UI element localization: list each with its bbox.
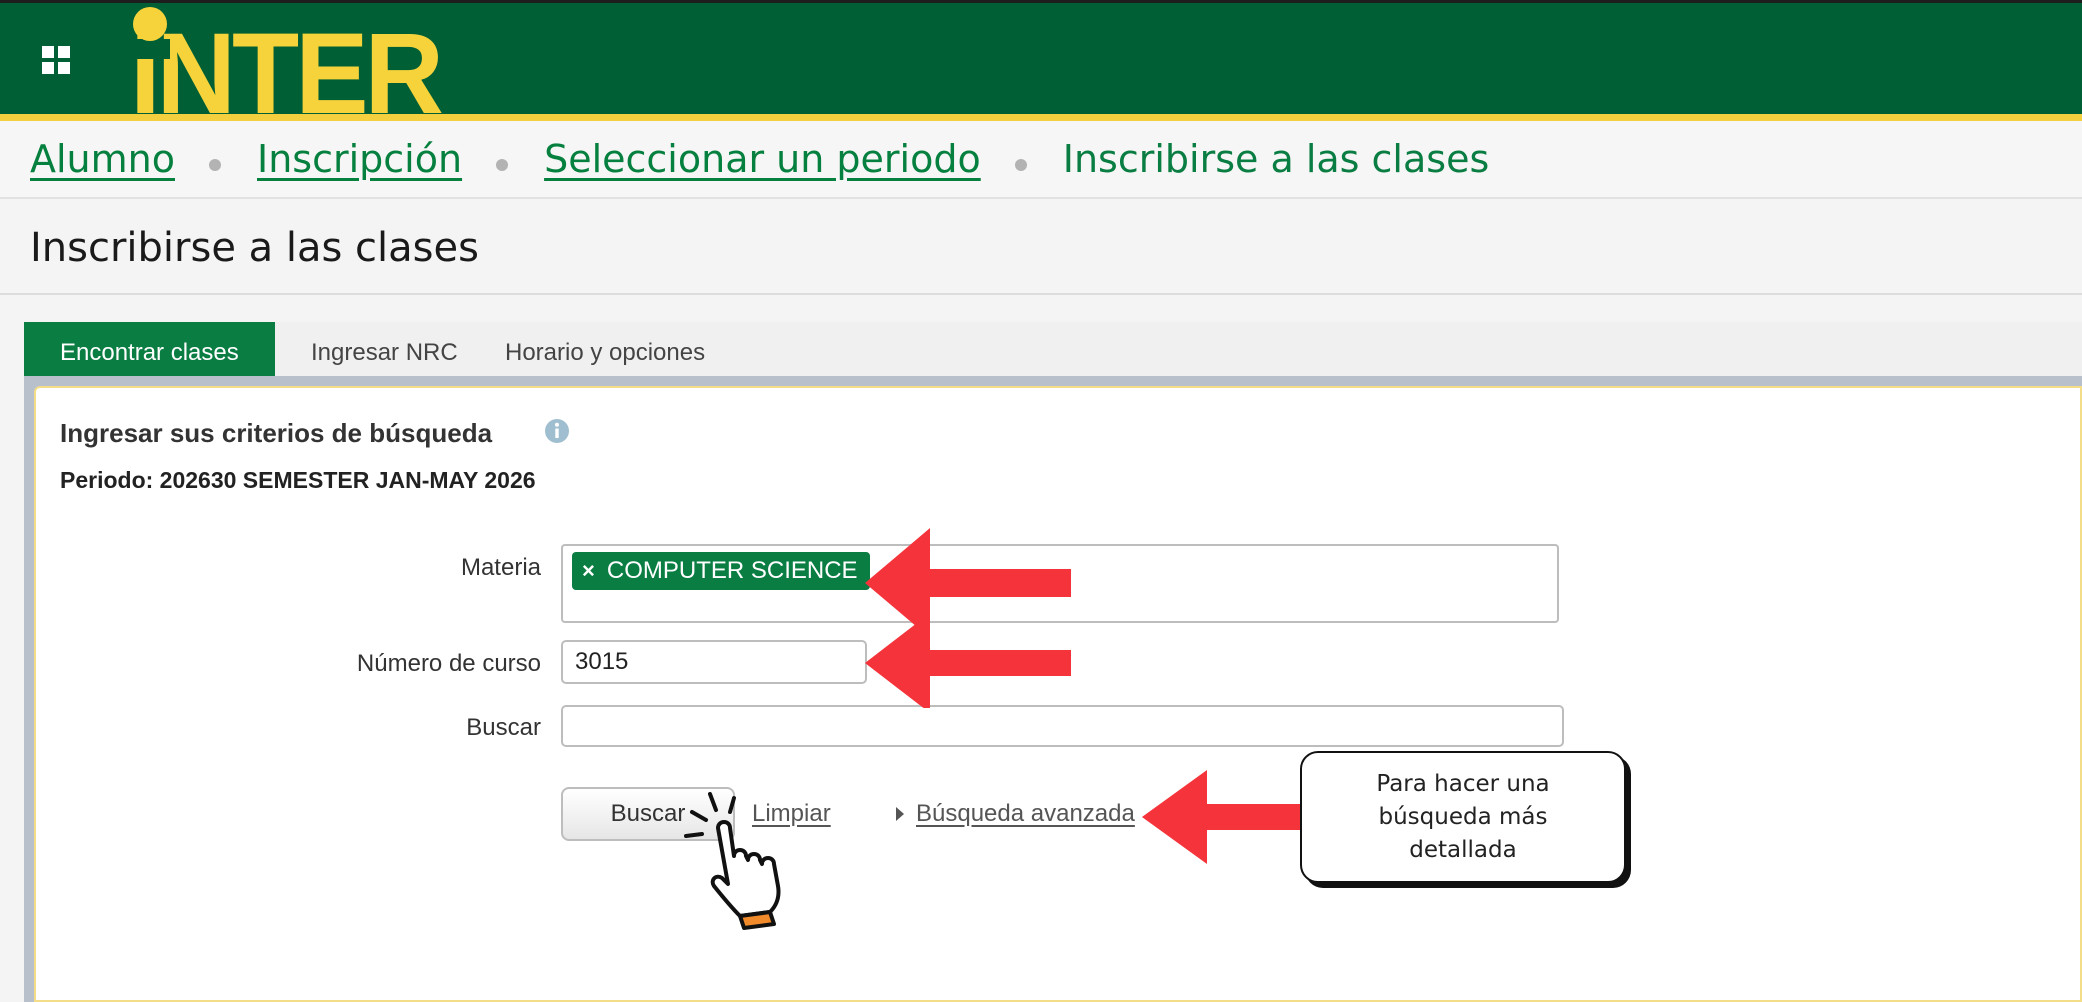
info-icon[interactable]	[544, 418, 570, 444]
buscar-label: Buscar	[466, 714, 541, 741]
period-label: Periodo: 202630 SEMESTER JAN-MAY 2026	[60, 467, 536, 493]
chip-remove-icon[interactable]: ×	[582, 558, 595, 584]
header-stripe	[0, 114, 2082, 121]
busqueda-avanzada-link[interactable]: Búsqueda avanzada	[916, 800, 1135, 828]
caret-right-icon	[896, 807, 904, 821]
buscar-input[interactable]	[561, 705, 1564, 747]
materia-chip-label: COMPUTER SCIENCE	[606, 557, 858, 584]
inter-logo[interactable]: INTER	[130, 3, 490, 117]
breadcrumb-inscripcion[interactable]: Inscripción	[257, 137, 462, 181]
breadcrumb: Alumno Inscripción Seleccionar un period…	[0, 121, 2082, 199]
breadcrumb-seleccionar-periodo[interactable]: Seleccionar un periodo	[544, 137, 981, 181]
materia-chip[interactable]: × COMPUTER SCIENCE	[572, 552, 870, 590]
tabs-underline	[24, 376, 2082, 384]
breadcrumb-separator	[209, 159, 221, 171]
annotation-arrow-curso	[865, 613, 1071, 708]
materia-label: Materia	[460, 554, 541, 581]
tab-ingresar-nrc[interactable]: Ingresar NRC	[275, 322, 494, 376]
breadcrumb-separator	[1014, 159, 1027, 171]
logo-text: INTER	[130, 8, 444, 117]
search-heading: Ingresar sus criterios de búsqueda	[60, 418, 493, 448]
page-title-bar: Inscribirse a las clases	[0, 199, 2082, 295]
annotation-arrow-avanzada	[1142, 770, 1304, 864]
annotation-callout: Para hacer una búsqueda más detallada	[1300, 751, 1626, 883]
logo-dot	[133, 7, 167, 41]
tab-encontrar-clases[interactable]: Encontrar clases	[24, 322, 275, 376]
breadcrumb-alumno[interactable]: Alumno	[30, 137, 175, 181]
page-title: Inscribirse a las clases	[30, 225, 479, 271]
busqueda-avanzada-toggle[interactable]: Búsqueda avanzada	[896, 800, 1135, 828]
curso-input[interactable]	[561, 640, 867, 684]
breadcrumb-separator	[496, 159, 509, 171]
tab-horario-opciones[interactable]: Horario y opciones	[469, 322, 741, 376]
breadcrumb-current: Inscribirse a las clases	[1062, 137, 1490, 181]
top-header: INTER	[0, 0, 2082, 117]
hand-cursor-icon	[684, 792, 781, 930]
tabs-bar: Encontrar clases Ingresar NRC Horario y …	[24, 322, 2082, 376]
apps-grid-icon[interactable]	[42, 46, 72, 76]
curso-label: Número de curso	[356, 650, 541, 677]
